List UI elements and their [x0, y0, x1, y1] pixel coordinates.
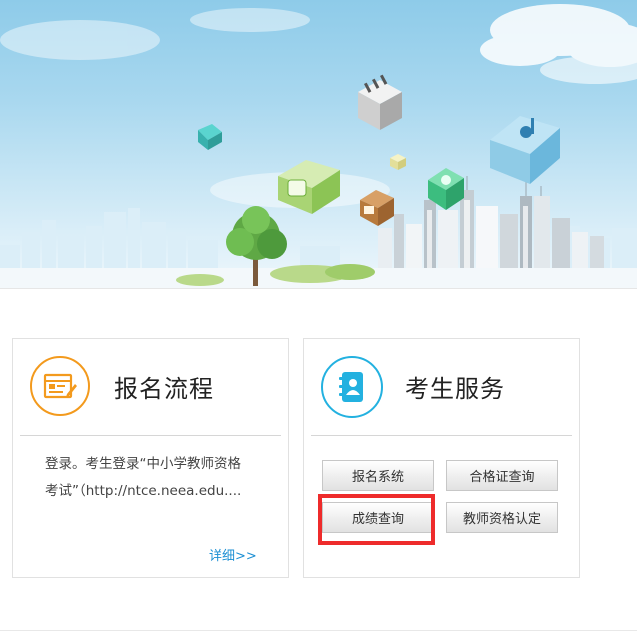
registration-system-button[interactable]: 报名系统 — [322, 460, 434, 491]
card-divider — [311, 435, 572, 436]
cloud-icon — [480, 4, 637, 84]
key-cube-icon — [198, 124, 222, 150]
details-link[interactable]: 详细>> — [209, 545, 257, 564]
score-query-button[interactable]: 成绩查询 — [322, 502, 434, 533]
bulb-cube-icon — [390, 154, 406, 170]
registration-text-line: 登录。考生登录“中小学教师资格 — [45, 456, 241, 472]
teacher-qualification-button[interactable]: 教师资格认定 — [446, 502, 558, 533]
music-cube-icon — [490, 116, 560, 184]
hero-banner — [0, 0, 637, 288]
piano-cube-icon — [358, 74, 402, 130]
form-edit-icon — [30, 356, 90, 416]
footer-divider — [0, 630, 637, 631]
registration-text-line: 考试”（http://ntce.neea.edu.... — [45, 483, 242, 499]
registration-description: 登录。考生登录“中小学教师资格 考试”（http://ntce.neea.edu… — [45, 451, 260, 505]
banner-divider — [0, 288, 637, 289]
candidate-services-card: 考生服务 报名系统 合格证查询 成绩查询 教师资格认定 — [303, 338, 580, 578]
registration-title: 报名流程 — [114, 375, 214, 403]
registration-process-card: 报名流程 登录。考生登录“中小学教师资格 考试”（http://ntce.nee… — [12, 338, 289, 578]
services-title: 考生服务 — [405, 375, 505, 403]
address-book-icon — [321, 356, 383, 418]
certificate-query-button[interactable]: 合格证查询 — [446, 460, 558, 491]
card-divider — [20, 435, 281, 436]
banner-illustration — [0, 4, 637, 288]
